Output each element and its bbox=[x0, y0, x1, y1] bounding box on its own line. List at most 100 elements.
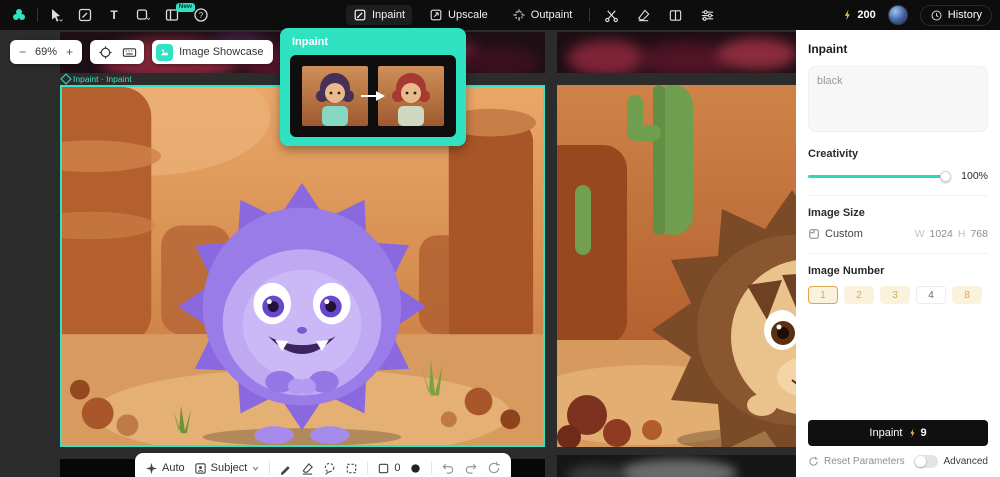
zoom-out-button[interactable]: − bbox=[19, 45, 26, 59]
section-divider bbox=[808, 195, 988, 196]
image-number-option-2[interactable]: 2 bbox=[844, 286, 874, 304]
image-showcase-icon bbox=[156, 43, 174, 61]
erase-mask-button[interactable] bbox=[301, 462, 314, 475]
zoom-control: − 69% + bbox=[10, 40, 83, 64]
creativity-slider[interactable] bbox=[808, 170, 951, 182]
canvas-utility-group bbox=[90, 40, 145, 64]
cursor-icon bbox=[52, 9, 63, 22]
inpaint-generate-button[interactable]: Inpaint 9 bbox=[808, 420, 988, 446]
brush-size-control[interactable]: 0 bbox=[377, 462, 400, 475]
adjust-button[interactable] bbox=[696, 4, 718, 26]
image-number-option-8[interactable]: 8 bbox=[952, 286, 982, 304]
inpaint-panel: Inpaint black Creativity 100% Image Size… bbox=[796, 30, 1000, 477]
canvas-image-bottom-right[interactable] bbox=[557, 455, 796, 477]
lasso-tool-button[interactable] bbox=[323, 462, 336, 475]
zoom-in-button[interactable]: + bbox=[66, 45, 73, 59]
redo-button[interactable] bbox=[464, 461, 478, 475]
board-tool-button[interactable]: New bbox=[161, 3, 195, 26]
reset-parameters-label: Reset Parameters bbox=[824, 456, 905, 467]
cut-button[interactable] bbox=[600, 4, 622, 26]
advanced-controls: Advanced bbox=[913, 455, 988, 468]
app-logo[interactable] bbox=[8, 4, 30, 26]
subject-mask-label: Subject bbox=[210, 462, 248, 474]
image-number-option-1[interactable]: 1 bbox=[808, 286, 838, 304]
diamond-icon bbox=[60, 73, 72, 85]
eraser-icon bbox=[637, 8, 650, 21]
avatar[interactable] bbox=[887, 5, 908, 25]
outpaint-icon bbox=[513, 9, 525, 21]
brush-preview-button[interactable] bbox=[409, 462, 422, 475]
reset-icon bbox=[489, 461, 501, 474]
frame-icon bbox=[379, 463, 389, 473]
help-button[interactable]: ? bbox=[190, 4, 212, 26]
selection-breadcrumb-label: Inpaint · Inpaint bbox=[73, 74, 132, 84]
slider-knob[interactable] bbox=[940, 170, 951, 182]
topbar-mode-group: Inpaint Upscale Outpaint bbox=[346, 0, 718, 30]
width-value[interactable]: 1024 bbox=[930, 228, 953, 240]
layout-button[interactable] bbox=[664, 4, 686, 26]
inpaint-icon bbox=[354, 9, 366, 21]
creativity-label: Creativity bbox=[808, 148, 859, 160]
image-number-option-4[interactable]: 4 bbox=[916, 286, 946, 304]
image-number-section: Image Number 1 2 3 4 8 bbox=[808, 265, 988, 304]
zoom-value[interactable]: 69% bbox=[35, 46, 57, 58]
reset-parameters-button[interactable]: Reset Parameters bbox=[808, 456, 905, 467]
image-showcase-button[interactable]: Image Showcase bbox=[152, 40, 274, 64]
help-icon: ? bbox=[194, 8, 208, 22]
advanced-label: Advanced bbox=[943, 456, 988, 467]
filled-circle-icon bbox=[411, 463, 421, 473]
mode-upscale[interactable]: Upscale bbox=[422, 5, 495, 25]
credits-value: 200 bbox=[857, 9, 876, 21]
generate-cost: 9 bbox=[908, 427, 927, 439]
columns-icon bbox=[669, 9, 682, 21]
text-tool-glyph: T bbox=[110, 8, 118, 22]
creativity-section: Creativity 100% bbox=[808, 148, 988, 182]
draw-icon bbox=[78, 8, 92, 22]
locate-button[interactable] bbox=[94, 41, 116, 63]
toolbar-divider bbox=[269, 461, 271, 475]
image-number-option-3[interactable]: 3 bbox=[880, 286, 910, 304]
draw-tool-button[interactable] bbox=[74, 4, 96, 26]
shortcuts-button[interactable] bbox=[118, 41, 140, 63]
credits-indicator[interactable]: 200 bbox=[842, 8, 876, 22]
auto-mask-button[interactable]: Auto bbox=[145, 462, 185, 475]
clock-icon bbox=[931, 10, 942, 20]
image-showcase-label: Image Showcase bbox=[179, 46, 264, 58]
canvas-image-right[interactable] bbox=[557, 85, 796, 447]
undo-button[interactable] bbox=[441, 461, 455, 475]
history-button[interactable]: History bbox=[919, 4, 992, 26]
topbar-left-tools: T New ? bbox=[8, 0, 212, 30]
topbar-right: 200 History bbox=[842, 0, 992, 30]
lightning-icon bbox=[845, 9, 851, 21]
canvas-image-top-right[interactable] bbox=[557, 32, 796, 73]
width-label: W bbox=[914, 228, 925, 240]
prompt-input[interactable]: black bbox=[808, 66, 988, 132]
arrow-right-icon bbox=[361, 91, 385, 101]
section-divider bbox=[808, 253, 988, 254]
eraser-button[interactable] bbox=[632, 4, 654, 26]
marquee-tool-button[interactable] bbox=[345, 462, 358, 475]
generate-label: Inpaint bbox=[869, 427, 903, 439]
selection-breadcrumb: Inpaint · Inpaint bbox=[60, 73, 132, 85]
advanced-toggle[interactable] bbox=[913, 455, 938, 468]
reset-mask-button[interactable] bbox=[487, 461, 501, 475]
brush-tool-button[interactable] bbox=[279, 462, 292, 475]
mode-inpaint[interactable]: Inpaint bbox=[346, 5, 413, 25]
toolbar-divider bbox=[589, 8, 591, 22]
panel-title: Inpaint bbox=[808, 42, 848, 56]
height-value[interactable]: 768 bbox=[970, 228, 988, 240]
shape-tool-button[interactable] bbox=[132, 4, 154, 26]
subject-mask-button[interactable]: Subject bbox=[194, 462, 261, 475]
size-preset-value: Custom bbox=[825, 228, 863, 240]
mode-upscale-label: Upscale bbox=[448, 9, 488, 21]
upscale-icon bbox=[430, 9, 442, 21]
select-tool-button[interactable] bbox=[45, 4, 67, 26]
mask-toolbar: Auto Subject 0 bbox=[135, 453, 512, 477]
size-preset-dropdown[interactable]: Custom bbox=[808, 228, 863, 240]
toolbar-divider bbox=[37, 8, 38, 22]
mode-outpaint[interactable]: Outpaint bbox=[505, 5, 580, 25]
svg-text:?: ? bbox=[199, 11, 204, 20]
brown-hedgehog-illustration bbox=[557, 85, 796, 447]
custom-size-icon bbox=[809, 229, 819, 239]
text-tool-button[interactable]: T bbox=[103, 4, 125, 26]
